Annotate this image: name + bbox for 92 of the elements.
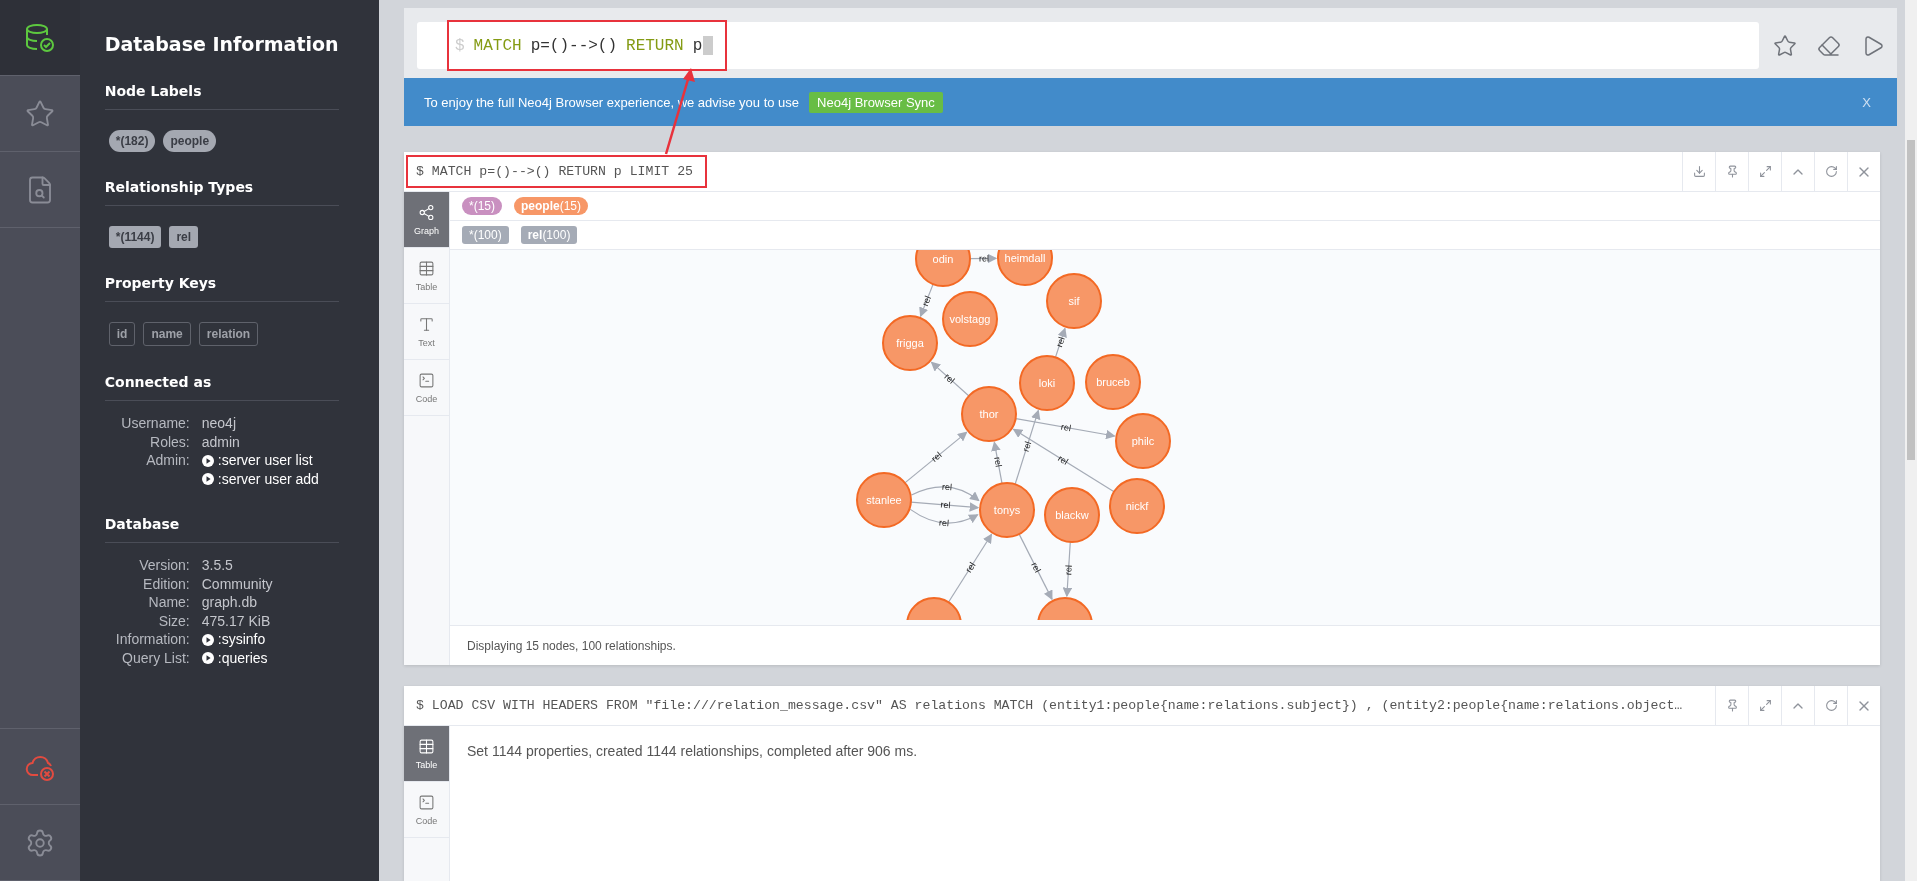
play-circle-icon xyxy=(201,652,214,665)
section-heading: Connected as xyxy=(104,374,339,401)
view-tab[interactable]: Table xyxy=(404,248,449,304)
info-label: Name: xyxy=(147,594,190,612)
view-tab[interactable]: Text xyxy=(404,304,449,360)
info-value: admin xyxy=(201,433,241,451)
graph-node[interactable] xyxy=(1037,597,1093,620)
section-heading: Property Keys xyxy=(104,275,339,302)
relationship-chip[interactable]: rel(100) xyxy=(520,226,578,244)
relationship-chip[interactable]: *(1144) xyxy=(108,226,162,248)
text-cursor xyxy=(703,36,714,55)
label-chip[interactable]: *(182) xyxy=(108,130,156,152)
relationship-edge: rel xyxy=(1018,533,1053,601)
label-chip[interactable]: *(15) xyxy=(462,197,502,215)
view-tab[interactable]: Code xyxy=(404,360,449,416)
expand-icon xyxy=(1758,699,1772,712)
relationship-edge: rel xyxy=(1062,541,1074,598)
relationship-chip[interactable]: rel xyxy=(169,226,199,248)
rerun-icon xyxy=(1824,699,1838,712)
database-check-icon xyxy=(23,21,56,54)
info-value: 475.17 KiB xyxy=(201,612,272,630)
info-label: Size: xyxy=(157,612,190,630)
sidebar-title: Database Information xyxy=(104,33,339,55)
info-label: Query List: xyxy=(121,649,190,667)
scrollbar[interactable] xyxy=(1905,0,1917,881)
property-chip[interactable]: id xyxy=(108,322,136,346)
command-link[interactable]: :server user list xyxy=(201,452,339,470)
play-circle-icon xyxy=(201,473,214,486)
favorite-button[interactable] xyxy=(1773,33,1797,58)
info-label: Username: xyxy=(120,415,190,433)
terminal-icon xyxy=(418,793,435,811)
info-label: Admin: xyxy=(145,452,190,470)
rerun-icon xyxy=(1824,165,1838,178)
info-value: neo4j xyxy=(201,415,237,433)
status-text: Displaying 15 nodes, 100 relationships. xyxy=(466,637,677,655)
relationship-edge: rel xyxy=(947,533,993,603)
section-heading: Node Labels xyxy=(104,83,339,110)
relationship-edge: rel xyxy=(1015,418,1116,440)
play-circle-icon xyxy=(201,633,214,646)
graph-icon xyxy=(418,203,435,221)
query-token: MATCH xyxy=(473,36,522,55)
info-label: Roles: xyxy=(149,433,190,451)
info-value: graph.db xyxy=(201,594,259,612)
terminal-icon xyxy=(418,371,435,389)
query-editor[interactable]: $ MATCH p=()-->() RETURN p xyxy=(417,22,1759,69)
relationship-edge: rel xyxy=(991,441,1004,485)
download-icon xyxy=(1692,165,1706,178)
section-heading: Relationship Types xyxy=(104,179,339,206)
info-label: Edition: xyxy=(142,575,190,593)
pin-icon xyxy=(1725,699,1739,712)
scrollbar-thumb[interactable] xyxy=(1907,140,1915,460)
section-heading: Database xyxy=(104,516,339,543)
command-link[interactable]: :queries xyxy=(201,649,339,667)
frame-query[interactable]: $ LOAD CSV WITH HEADERS FROM "file:///relation_message.csv" AS relations MATCH (entity1:people{name:relations.subject}) , (entity2:people{name:relations.object… xyxy=(406,689,1697,722)
graph-node[interactable] xyxy=(906,597,962,620)
nav-tab[interactable] xyxy=(0,0,80,76)
relationship-edge: rel xyxy=(910,481,980,502)
play-circle-icon xyxy=(201,454,214,467)
star-icon xyxy=(24,98,55,129)
expand-icon xyxy=(1758,165,1772,178)
property-chip[interactable]: relation xyxy=(198,322,259,346)
view-tab[interactable]: Graph xyxy=(404,192,449,248)
relationship-edge: rel xyxy=(1014,409,1041,485)
relationship-edge: rel xyxy=(930,361,970,397)
info-value: Community xyxy=(201,575,274,593)
query-token: RETURN xyxy=(626,36,684,55)
relationship-edge: rel xyxy=(969,253,998,264)
relationship-edge: rel xyxy=(919,283,934,318)
command-link[interactable]: :sysinfo xyxy=(201,631,339,649)
relationship-chip[interactable]: *(100) xyxy=(462,226,509,244)
table-icon xyxy=(418,737,435,755)
banner-close-button[interactable]: X xyxy=(1856,93,1877,111)
label-chip[interactable]: people xyxy=(163,130,217,152)
table-icon xyxy=(418,259,435,277)
prompt-symbol: $ xyxy=(455,36,465,55)
view-tab[interactable]: Table xyxy=(404,726,449,782)
result-message: Set 1144 properties, created 1144 relationships, completed after 906 ms. xyxy=(466,742,919,761)
letter-icon xyxy=(418,315,435,333)
query-token: p=()-->() xyxy=(530,36,618,55)
info-label: Version: xyxy=(138,557,190,575)
pin-icon xyxy=(1725,165,1739,178)
query-token: p xyxy=(692,36,703,55)
sync-button[interactable]: Neo4j Browser Sync xyxy=(809,91,943,113)
command-link[interactable]: :server user add xyxy=(201,470,339,488)
clear-button[interactable] xyxy=(1817,33,1841,58)
relationship-edge: rel xyxy=(910,499,980,512)
property-chip[interactable]: name xyxy=(143,322,191,346)
info-value: 3.5.5 xyxy=(201,557,234,575)
frame-query[interactable]: $ MATCH p=()-->() RETURN p LIMIT 25 xyxy=(406,155,707,188)
relationship-edge: rel xyxy=(904,431,968,484)
view-tab[interactable]: Code xyxy=(404,782,449,838)
info-label: Information: xyxy=(114,631,190,649)
